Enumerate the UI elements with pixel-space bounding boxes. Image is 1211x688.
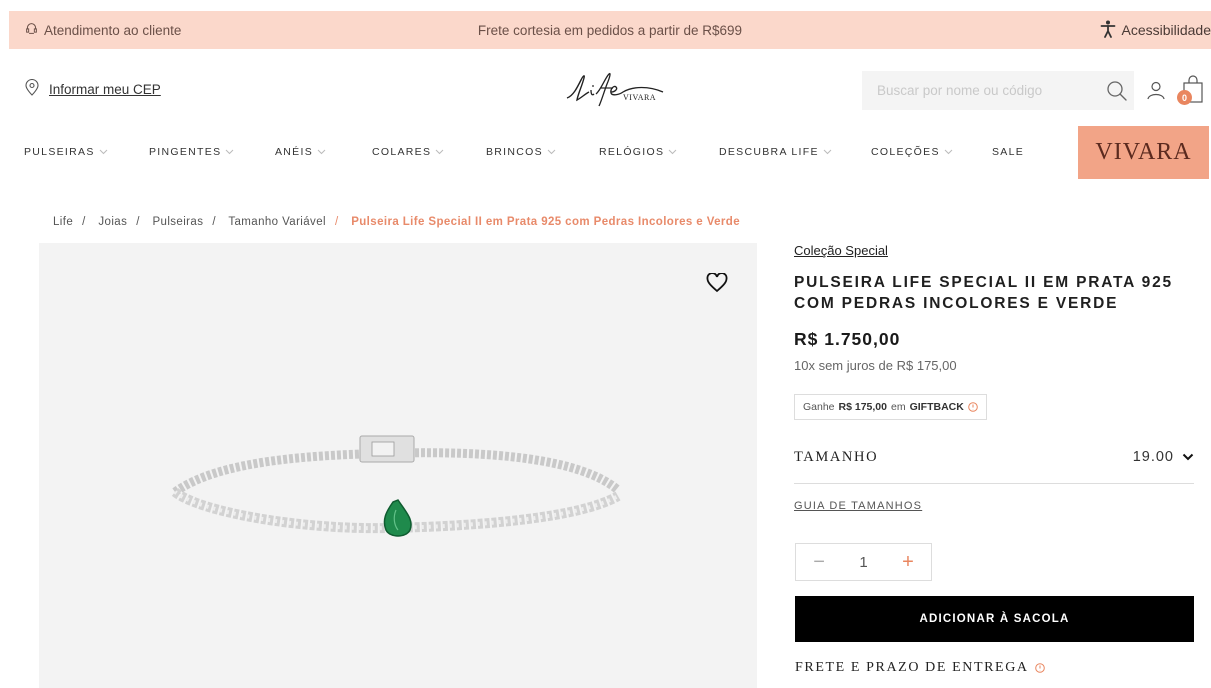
main-navigation: PULSEIRAS PINGENTES ANÉIS COLARES BRINCO… <box>0 126 1211 180</box>
nav-label: COLARES <box>372 146 432 158</box>
chevron-down-icon <box>317 149 326 155</box>
nav-label: DESCUBRA LIFE <box>719 146 819 158</box>
chevron-down-icon <box>226 149 234 155</box>
breadcrumb-item-joias[interactable]: Joias <box>98 216 127 228</box>
headset-icon <box>25 22 38 38</box>
nav-label: ANÉIS <box>275 146 314 158</box>
nav-label: PINGENTES <box>149 146 222 158</box>
giftback-prefix: Ganhe <box>803 401 835 413</box>
nav-label: COLEÇÕES <box>871 146 940 158</box>
nav-item-colares[interactable]: COLARES <box>372 146 444 158</box>
info-icon[interactable] <box>968 402 978 412</box>
size-selector[interactable]: TAMANHO 19.00 <box>794 449 1194 484</box>
chevron-down-icon <box>1182 453 1194 461</box>
customer-service-link[interactable]: Atendimento ao cliente <box>25 22 181 38</box>
nav-item-relogios[interactable]: RELÓGIOS <box>599 146 677 158</box>
installments-text: 10x sem juros de R$ 175,00 <box>794 358 957 373</box>
life-vivara-logo[interactable]: VIVARA <box>563 68 673 110</box>
user-account-icon[interactable] <box>1146 80 1166 100</box>
site-header: Informar meu CEP VIVARA 0 <box>0 60 1211 120</box>
nav-item-pulseiras[interactable]: PULSEIRAS <box>24 146 108 158</box>
location-pin-icon <box>25 78 39 99</box>
nav-item-colecoes[interactable]: COLEÇÕES <box>871 146 953 158</box>
breadcrumb-current: Pulseira Life Special II em Prata 925 co… <box>351 216 741 228</box>
breadcrumb-item-tamanho[interactable]: Tamanho Variável <box>228 216 326 228</box>
search-box[interactable] <box>862 71 1134 110</box>
nav-label: RELÓGIOS <box>599 146 665 158</box>
shipping-section-toggle[interactable]: FRETE E PRAZO DE ENTREGA <box>795 660 1045 676</box>
nav-item-brincos[interactable]: BRINCOS <box>486 146 556 158</box>
customer-service-label: Atendimento ao cliente <box>44 22 182 38</box>
product-title: PULSEIRA LIFE SPECIAL II EM PRATA 925 CO… <box>794 274 1173 312</box>
size-guide-link[interactable]: GUIA DE TAMANHOS <box>794 500 922 512</box>
chevron-down-icon <box>435 149 444 155</box>
quantity-value[interactable]: 1 <box>859 554 867 571</box>
shipping-title: FRETE E PRAZO DE ENTREGA <box>795 660 1029 675</box>
nav-label: BRINCOS <box>486 146 543 158</box>
breadcrumb-item-life[interactable]: Life <box>53 216 73 228</box>
breadcrumb-item-pulseiras[interactable]: Pulseiras <box>152 216 203 228</box>
nav-item-aneis[interactable]: ANÉIS <box>275 146 326 158</box>
nav-item-sale[interactable]: SALE <box>992 146 1024 158</box>
accessibility-label: Acessibilidade <box>1121 22 1211 38</box>
chevron-down-icon <box>823 149 832 155</box>
size-value: 19.00 <box>1132 449 1174 465</box>
cart-count-badge: 0 <box>1177 90 1192 105</box>
nav-item-pingentes[interactable]: PINGENTES <box>149 146 234 158</box>
giftback-mid: em <box>891 401 906 413</box>
product-price: R$ 1.750,00 <box>794 329 901 349</box>
chevron-down-icon <box>944 149 953 155</box>
bracelet-product-image <box>160 420 630 570</box>
top-announcement-bar: Atendimento ao cliente Frete cortesia em… <box>9 11 1211 49</box>
nav-item-descubra-life[interactable]: DESCUBRA LIFE <box>719 146 832 158</box>
decrease-quantity-button[interactable]: − <box>813 551 825 574</box>
vivara-brand-button[interactable]: VIVARA <box>1078 126 1209 179</box>
search-input[interactable] <box>862 83 1106 98</box>
search-icon[interactable] <box>1106 80 1128 102</box>
size-label: TAMANHO <box>794 449 879 465</box>
cep-label: Informar meu CEP <box>49 81 161 97</box>
accessibility-icon <box>1100 20 1116 41</box>
add-to-bag-button[interactable]: ADICIONAR À SACOLA <box>795 596 1194 642</box>
collection-link[interactable]: Coleção Special <box>794 243 888 258</box>
wishlist-heart-icon[interactable] <box>706 272 728 293</box>
accessibility-button[interactable]: Acessibilidade <box>1100 20 1211 41</box>
giftback-badge: Ganhe R$ 175,00 em GIFTBACK <box>794 394 987 420</box>
chevron-down-icon <box>547 149 556 155</box>
nav-label: SALE <box>992 146 1025 158</box>
logo-vivara-word: VIVARA <box>623 93 656 102</box>
breadcrumb: Life / Joias / Pulseiras / Tamanho Variável… <box>53 216 741 228</box>
chevron-down-icon <box>99 149 107 155</box>
giftback-amount: R$ 175,00 <box>838 401 887 413</box>
cep-link[interactable]: Informar meu CEP <box>25 78 161 99</box>
chevron-down-icon <box>668 149 677 155</box>
nav-label: PULSEIRAS <box>24 146 95 158</box>
quantity-stepper: − 1 + <box>795 543 932 581</box>
giftback-label: GIFTBACK <box>909 401 964 413</box>
info-icon <box>1034 663 1045 673</box>
shipping-promo-text: Frete cortesia em pedidos a partir de R$… <box>477 22 743 38</box>
increase-quantity-button[interactable]: + <box>902 551 914 574</box>
